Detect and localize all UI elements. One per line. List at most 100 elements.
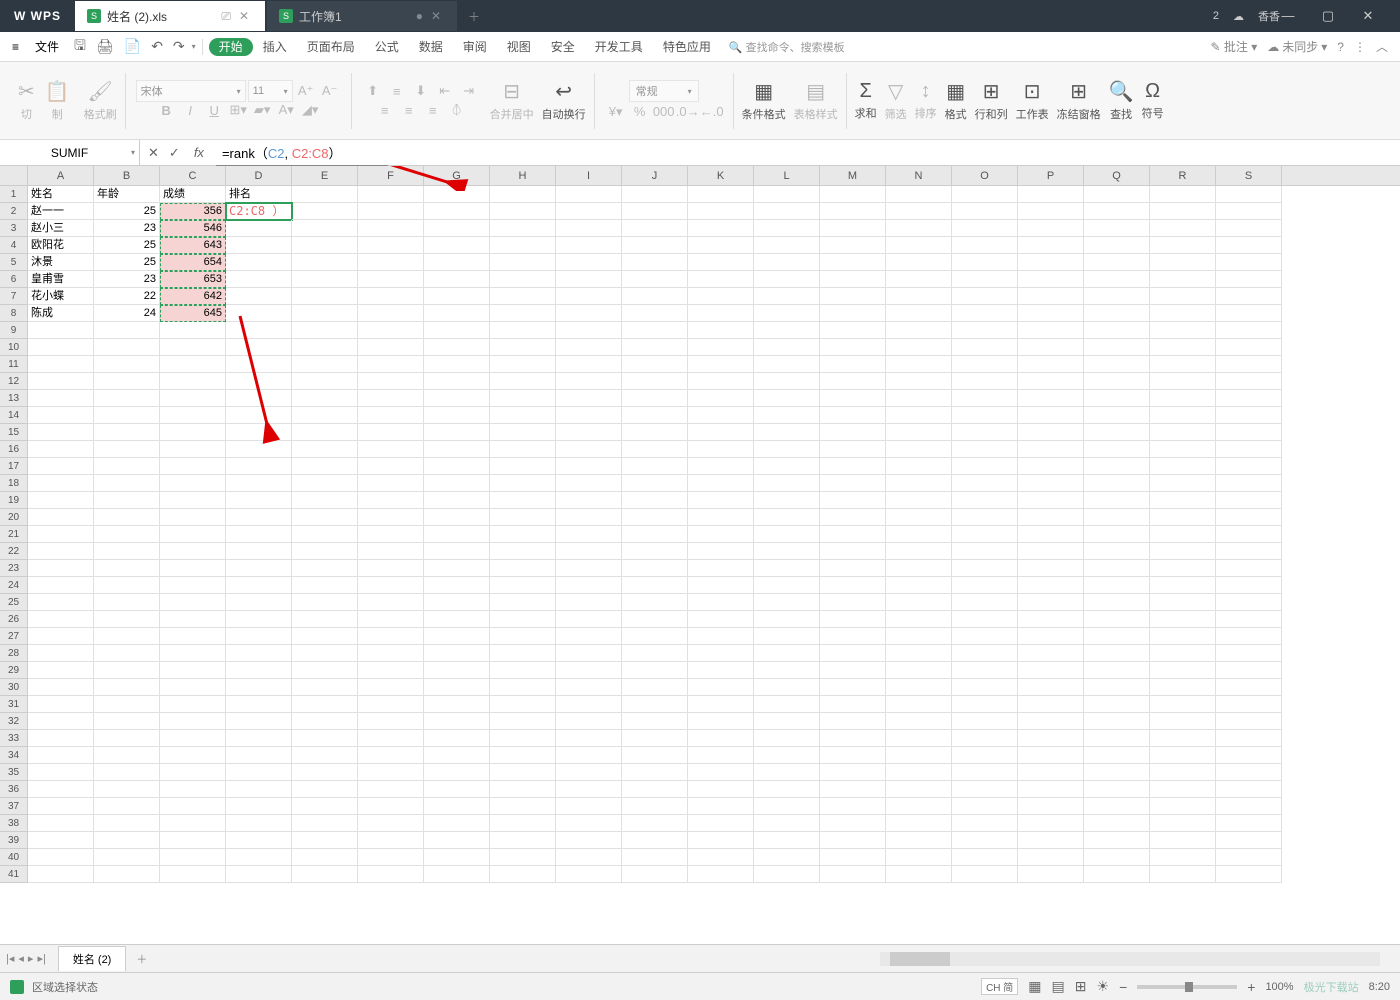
- col-header-P[interactable]: P: [1018, 166, 1084, 185]
- formula-input[interactable]: =rank（C2, C2:C8） RANK （数值, 引用, [排位方式]）: [216, 143, 1400, 162]
- cell[interactable]: [1216, 611, 1282, 628]
- cell[interactable]: [952, 441, 1018, 458]
- cell[interactable]: [688, 679, 754, 696]
- cell[interactable]: [226, 526, 292, 543]
- cell[interactable]: [688, 713, 754, 730]
- cell[interactable]: [1018, 832, 1084, 849]
- cell[interactable]: [292, 662, 358, 679]
- cell[interactable]: [952, 220, 1018, 237]
- cell[interactable]: [1084, 560, 1150, 577]
- cell[interactable]: [292, 543, 358, 560]
- cell[interactable]: [160, 815, 226, 832]
- cell[interactable]: [952, 560, 1018, 577]
- cell[interactable]: [556, 815, 622, 832]
- cell[interactable]: [1216, 747, 1282, 764]
- cell[interactable]: [886, 458, 952, 475]
- cell[interactable]: [1216, 781, 1282, 798]
- cell[interactable]: [490, 577, 556, 594]
- cell[interactable]: [424, 237, 490, 254]
- cell[interactable]: [226, 305, 292, 322]
- cell[interactable]: [292, 492, 358, 509]
- cell[interactable]: [886, 526, 952, 543]
- name-box-input[interactable]: [8, 146, 131, 160]
- cell[interactable]: [622, 560, 688, 577]
- menu-公式[interactable]: 公式: [365, 37, 409, 57]
- cell[interactable]: [754, 424, 820, 441]
- cell[interactable]: [556, 832, 622, 849]
- cell[interactable]: [1150, 747, 1216, 764]
- cell[interactable]: [1216, 526, 1282, 543]
- cell[interactable]: [292, 696, 358, 713]
- cell[interactable]: [1150, 866, 1216, 883]
- cell[interactable]: [292, 815, 358, 832]
- cell[interactable]: [556, 390, 622, 407]
- cell[interactable]: [1150, 679, 1216, 696]
- cell[interactable]: [28, 628, 94, 645]
- cell[interactable]: [160, 322, 226, 339]
- sort-button[interactable]: ↕排序: [911, 78, 941, 123]
- cell[interactable]: [952, 475, 1018, 492]
- col-header-I[interactable]: I: [556, 166, 622, 185]
- cell[interactable]: [424, 271, 490, 288]
- cell[interactable]: [424, 628, 490, 645]
- cell[interactable]: 653: [160, 271, 226, 288]
- cell[interactable]: 姓名: [28, 186, 94, 203]
- cell[interactable]: [556, 543, 622, 560]
- cell[interactable]: [886, 492, 952, 509]
- cell[interactable]: [1216, 730, 1282, 747]
- cell[interactable]: [358, 645, 424, 662]
- cell[interactable]: [490, 526, 556, 543]
- cell[interactable]: [886, 407, 952, 424]
- cell[interactable]: [886, 322, 952, 339]
- cell[interactable]: [754, 611, 820, 628]
- cell[interactable]: [1216, 288, 1282, 305]
- cell[interactable]: [1150, 526, 1216, 543]
- cell[interactable]: [358, 849, 424, 866]
- page-layout-icon[interactable]: ▤: [1052, 978, 1065, 995]
- menu-开始[interactable]: 开始: [209, 38, 253, 56]
- row-header[interactable]: 6: [0, 271, 28, 288]
- cell[interactable]: 沐景: [28, 254, 94, 271]
- cell[interactable]: [556, 424, 622, 441]
- cell[interactable]: [94, 662, 160, 679]
- cell[interactable]: [820, 254, 886, 271]
- cell[interactable]: [358, 288, 424, 305]
- cell[interactable]: [622, 543, 688, 560]
- cell[interactable]: [424, 339, 490, 356]
- cell[interactable]: [292, 730, 358, 747]
- cell[interactable]: [754, 441, 820, 458]
- cell[interactable]: [358, 815, 424, 832]
- cell[interactable]: [1216, 679, 1282, 696]
- prev-sheet-icon[interactable]: ◂: [18, 952, 24, 965]
- cell[interactable]: [622, 628, 688, 645]
- cell[interactable]: [292, 186, 358, 203]
- cell[interactable]: [1018, 798, 1084, 815]
- cell[interactable]: [424, 305, 490, 322]
- cell[interactable]: 23: [94, 220, 160, 237]
- cell[interactable]: [1216, 237, 1282, 254]
- cell[interactable]: [226, 781, 292, 798]
- cell[interactable]: [160, 560, 226, 577]
- cell[interactable]: [358, 509, 424, 526]
- cell[interactable]: [1150, 509, 1216, 526]
- row-header[interactable]: 12: [0, 373, 28, 390]
- cell[interactable]: [754, 475, 820, 492]
- cell[interactable]: [754, 815, 820, 832]
- row-header[interactable]: 7: [0, 288, 28, 305]
- cell[interactable]: [754, 526, 820, 543]
- col-header-Q[interactable]: Q: [1084, 166, 1150, 185]
- cell[interactable]: [160, 764, 226, 781]
- menu-特色应用[interactable]: 特色应用: [653, 37, 721, 57]
- cell[interactable]: [754, 849, 820, 866]
- cell[interactable]: [622, 526, 688, 543]
- cell[interactable]: [292, 373, 358, 390]
- cell[interactable]: [160, 713, 226, 730]
- cell[interactable]: [1150, 798, 1216, 815]
- cell[interactable]: [358, 339, 424, 356]
- sheet-tab-active[interactable]: 姓名 (2): [58, 946, 127, 971]
- cell[interactable]: [1150, 373, 1216, 390]
- cell[interactable]: [424, 764, 490, 781]
- cell[interactable]: [1018, 611, 1084, 628]
- cell[interactable]: [886, 764, 952, 781]
- decrease-font-icon[interactable]: A⁻: [319, 80, 341, 102]
